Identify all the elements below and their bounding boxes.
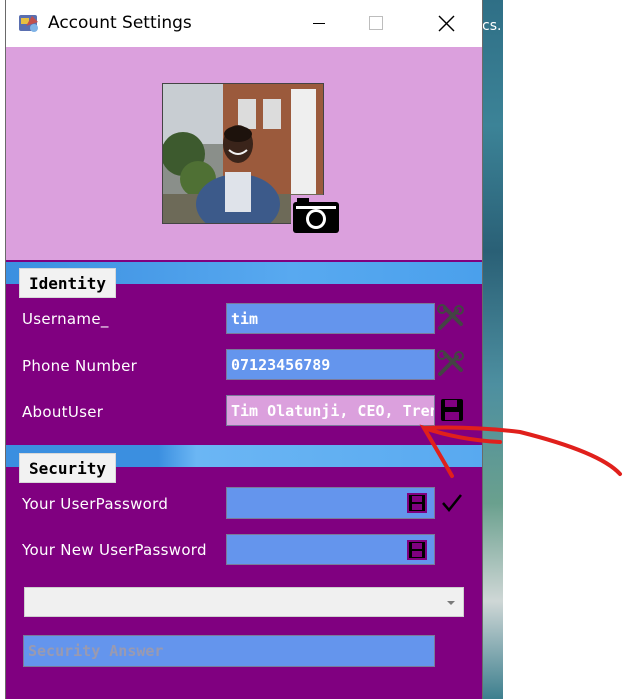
new-password-field[interactable] (226, 534, 435, 565)
new-password-label: Your New UserPassword (22, 541, 207, 559)
tools-icon[interactable] (435, 348, 467, 380)
security-section-label: Security (19, 453, 117, 483)
maximize-button[interactable] (353, 0, 399, 47)
username-field[interactable]: tim (226, 303, 435, 334)
desktop-background: cs... (482, 0, 503, 699)
security-answer-field[interactable]: Security Answer (23, 635, 435, 667)
title-bar[interactable]: Account Settings (6, 0, 482, 47)
username-label: Username_ (22, 310, 109, 328)
tools-icon[interactable] (435, 302, 467, 334)
check-icon[interactable] (440, 491, 464, 515)
password-field[interactable] (226, 487, 435, 519)
close-button[interactable] (423, 0, 469, 47)
background-window-text: cs... (482, 18, 503, 34)
phone-field[interactable]: 07123456789 (226, 349, 435, 380)
about-label: AboutUser (22, 403, 104, 421)
close-icon (438, 15, 455, 32)
save-icon[interactable] (406, 492, 428, 514)
profile-header (6, 47, 482, 260)
app-icon (19, 15, 38, 32)
about-field[interactable]: Tim Olatunji, CEO, Trents Ac (226, 395, 435, 426)
phone-label: Phone Number (22, 357, 138, 375)
camera-icon[interactable] (291, 195, 341, 235)
account-settings-window: Account Settings Identity Username_ tim … (6, 0, 482, 699)
save-icon[interactable] (406, 539, 428, 561)
save-icon[interactable] (440, 398, 464, 422)
window-title: Account Settings (48, 13, 192, 33)
identity-section-label: Identity (19, 268, 117, 298)
chevron-down-icon (447, 601, 455, 605)
password-label: Your UserPassword (22, 495, 169, 513)
minimize-button[interactable] (296, 0, 342, 47)
security-question-dropdown[interactable] (24, 587, 464, 617)
